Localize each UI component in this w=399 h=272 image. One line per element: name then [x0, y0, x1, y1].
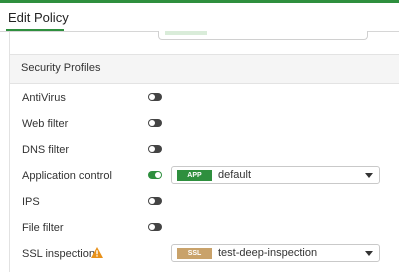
app-badge: APP: [177, 170, 212, 181]
dns-filter-toggle[interactable]: [148, 145, 162, 153]
ssl-badge: SSL: [177, 248, 212, 259]
toggle-knob: [149, 146, 155, 152]
dns-filter-label: DNS filter: [22, 144, 70, 156]
ssl-inspection-label: SSL inspection: [22, 248, 95, 260]
warning-triangle-icon: [91, 247, 103, 258]
application-control-profile-select[interactable]: APP default: [171, 166, 380, 184]
previous-field-chip: [165, 31, 207, 35]
section-title: Security Profiles: [21, 62, 101, 74]
file-filter-toggle[interactable]: [148, 223, 162, 231]
application-control-toggle[interactable]: [148, 171, 162, 179]
web-filter-label: Web filter: [22, 118, 69, 130]
ssl-inspection-profile-select[interactable]: SSL test-deep-inspection: [171, 244, 380, 262]
toggle-knob: [149, 120, 155, 126]
security-profiles-section-header: Security Profiles: [10, 54, 399, 84]
web-filter-toggle[interactable]: [148, 119, 162, 127]
toggle-knob: [149, 94, 155, 100]
dialog-title: Edit Policy: [8, 10, 69, 25]
title-underline: [6, 29, 64, 31]
toggle-knob: [155, 172, 161, 178]
toggle-knob: [149, 224, 155, 230]
application-control-label: Application control: [22, 170, 112, 182]
file-filter-label: File filter: [22, 222, 64, 234]
toggle-knob: [149, 198, 155, 204]
dialog-header: Edit Policy: [0, 3, 399, 32]
caret-down-icon: [365, 173, 373, 178]
ssl-inspection-profile-value: test-deep-inspection: [218, 247, 318, 259]
previous-field-input[interactable]: [158, 31, 368, 40]
caret-down-icon: [365, 251, 373, 256]
ips-label: IPS: [22, 196, 40, 208]
antivirus-label: AntiVirus: [22, 92, 66, 104]
application-control-profile-value: default: [218, 169, 252, 181]
antivirus-toggle[interactable]: [148, 93, 162, 101]
ips-toggle[interactable]: [148, 197, 162, 205]
